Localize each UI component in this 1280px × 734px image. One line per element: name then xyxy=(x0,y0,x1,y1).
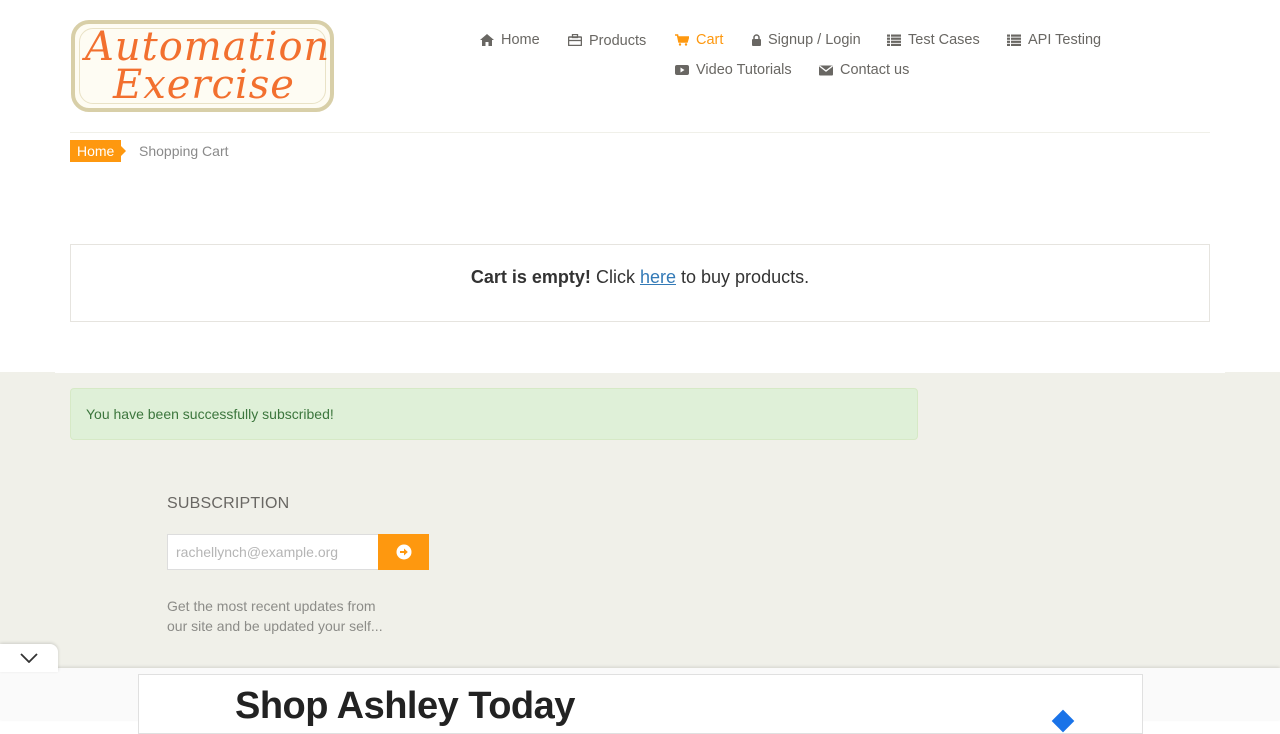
lock-icon xyxy=(752,34,761,46)
nav-contact-us[interactable]: Contact us xyxy=(819,62,909,78)
breadcrumb-current: Shopping Cart xyxy=(139,143,229,159)
empty-cart-click: Click xyxy=(595,267,635,287)
nav-api-testing-label: API Testing xyxy=(1028,32,1102,48)
ad-choice-icon[interactable] xyxy=(1051,709,1075,733)
footer-divider xyxy=(55,372,1225,373)
empty-cart-message: Cart is empty! Click here to buy product… xyxy=(71,267,1209,288)
nav-home[interactable]: Home xyxy=(480,32,540,48)
nav-contact-us-label: Contact us xyxy=(840,62,910,78)
empty-cart-bold: Cart is empty! xyxy=(470,267,591,287)
nav-products-label: Products xyxy=(589,33,647,49)
cart-icon xyxy=(675,34,689,46)
subscription-description: Get the most recent updates from our sit… xyxy=(167,598,383,634)
chevron-down-icon xyxy=(20,653,38,663)
breadcrumb-home[interactable]: Home xyxy=(70,140,127,162)
nav-cart[interactable]: Cart xyxy=(675,32,723,48)
nav-api-testing[interactable]: API Testing xyxy=(1007,32,1101,48)
nav-signup-login[interactable]: Signup / Login xyxy=(752,32,861,48)
subscription-title: SUBSCRIPTION xyxy=(167,495,290,512)
ad-headline: Shop Ashley Today xyxy=(235,685,575,727)
ad-frame[interactable]: Shop Ashley Today xyxy=(138,674,1143,734)
arrow-circle-right-icon xyxy=(396,544,411,560)
list-icon xyxy=(1007,34,1021,46)
subscribe-success-alert: You have been successfully subscribed! xyxy=(70,388,918,440)
nav-video-tutorials[interactable]: Video Tutorials xyxy=(675,62,792,78)
nav-test-cases[interactable]: Test Cases xyxy=(887,32,980,48)
ad-collapse-toggle[interactable] xyxy=(0,644,58,672)
site-logo[interactable]: Automation Exercise xyxy=(71,20,334,112)
briefcase-icon xyxy=(568,34,582,46)
header-divider xyxy=(70,132,1210,133)
subscribe-button[interactable] xyxy=(378,534,429,570)
nav-cart-label: Cart xyxy=(696,32,724,48)
buy-products-link[interactable]: here xyxy=(640,267,676,287)
nav-products[interactable]: Products xyxy=(568,32,647,49)
empty-cart-suffix: to buy products. xyxy=(681,267,810,287)
home-icon xyxy=(480,34,494,46)
subscribe-email-input[interactable] xyxy=(167,534,379,570)
nav-test-cases-label: Test Cases xyxy=(908,32,980,48)
envelope-icon xyxy=(819,65,833,76)
nav-home-label: Home xyxy=(501,32,540,48)
empty-cart-box: Cart is empty! Click here to buy product… xyxy=(70,244,1210,322)
nav-video-tutorials-label: Video Tutorials xyxy=(696,62,792,78)
logo-text-line2: Exercise xyxy=(113,62,295,108)
nav-signup-login-label: Signup / Login xyxy=(768,32,861,48)
youtube-icon xyxy=(675,65,689,75)
list-icon xyxy=(887,34,901,46)
